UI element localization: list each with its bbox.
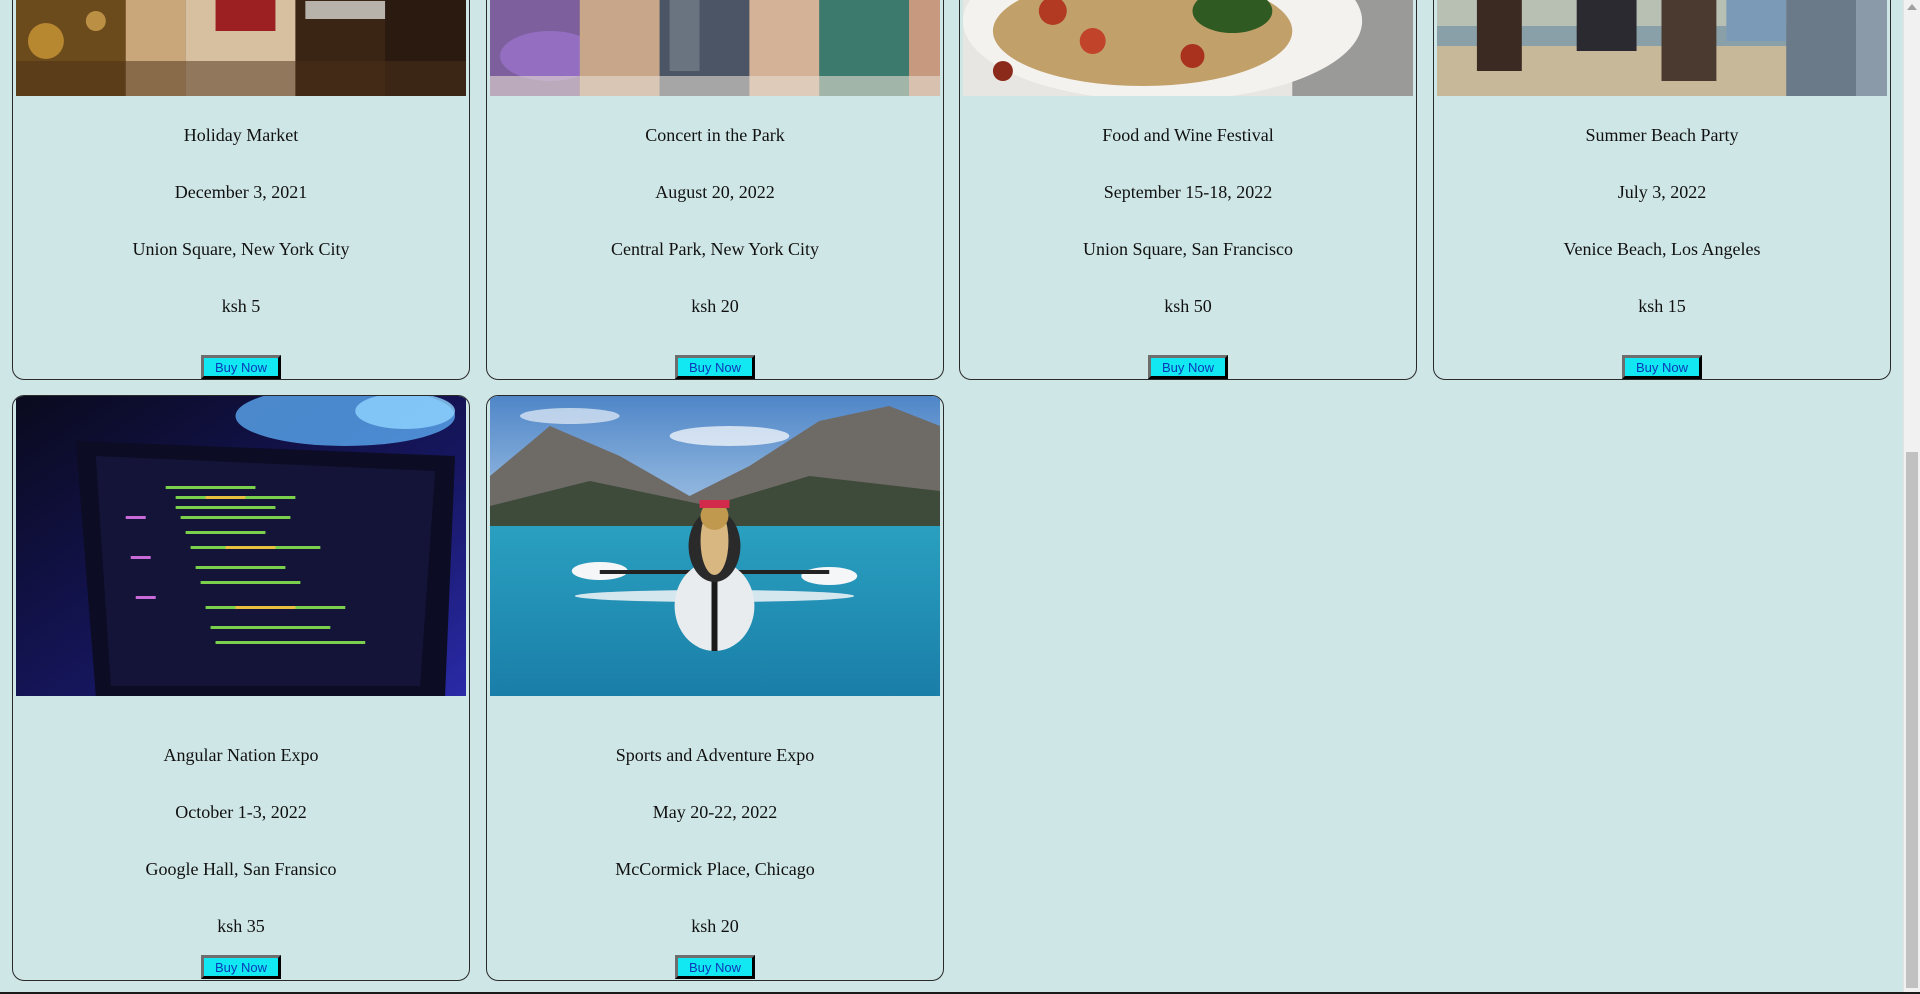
- event-venue: Google Hall, San Fransico: [145, 859, 337, 879]
- event-venue: Venice Beach, Los Angeles: [1563, 239, 1761, 259]
- event-date: August 20, 2022: [655, 182, 775, 202]
- concert-crowd-photo: [490, 0, 940, 96]
- event-date: December 3, 2021: [174, 182, 308, 202]
- scrollbar-thumb[interactable]: [1906, 452, 1918, 988]
- event-title: Summer Beach Party: [1585, 125, 1739, 145]
- event-date: September 15-18, 2022: [1103, 182, 1273, 202]
- scroll-up-arrow-icon[interactable]: [1907, 4, 1917, 10]
- event-title: Sports and Adventure Expo: [615, 745, 815, 765]
- holiday-market-photo: [16, 0, 466, 96]
- buy-now-button[interactable]: Buy Now: [675, 355, 755, 379]
- event-price: ksh 50: [1164, 296, 1212, 316]
- buy-now-button[interactable]: Buy Now: [1148, 355, 1228, 379]
- event-venue: Union Square, New York City: [132, 239, 350, 259]
- event-price: ksh 20: [691, 296, 739, 316]
- event-date: October 1-3, 2022: [175, 802, 307, 822]
- event-venue: McCormick Place, Chicago: [615, 859, 815, 879]
- buy-now-button[interactable]: Buy Now: [675, 955, 755, 979]
- event-date: May 20-22, 2022: [652, 802, 778, 822]
- vertical-scrollbar[interactable]: [1903, 0, 1920, 992]
- event-card: Holiday Market December 3, 2021 Union Sq…: [12, 0, 470, 380]
- event-price: ksh 5: [221, 296, 261, 316]
- event-card: Sports and Adventure Expo May 20-22, 202…: [486, 395, 944, 981]
- event-card: Summer Beach Party July 3, 2022 Venice B…: [1433, 0, 1891, 380]
- event-title: Concert in the Park: [645, 125, 785, 145]
- event-title: Holiday Market: [183, 125, 299, 145]
- buy-now-button[interactable]: Buy Now: [201, 355, 281, 379]
- event-card: Concert in the Park August 20, 2022 Cent…: [486, 0, 944, 380]
- event-card: Food and Wine Festival September 15-18, …: [959, 0, 1417, 380]
- event-title: Angular Nation Expo: [163, 745, 319, 765]
- event-title: Food and Wine Festival: [1102, 125, 1274, 145]
- kayak-lake-photo: [490, 396, 940, 696]
- event-venue: Union Square, San Francisco: [1083, 239, 1293, 259]
- event-price: ksh 20: [691, 916, 739, 936]
- events-page: Holiday Market December 3, 2021 Union Sq…: [0, 0, 1903, 994]
- event-price: ksh 15: [1638, 296, 1686, 316]
- event-price: ksh 35: [217, 916, 265, 936]
- buy-now-button[interactable]: Buy Now: [1622, 355, 1702, 379]
- laptop-code-photo: [16, 396, 466, 696]
- buy-now-button[interactable]: Buy Now: [201, 955, 281, 979]
- beach-friends-photo: [1437, 0, 1887, 96]
- event-card: Angular Nation Expo October 1-3, 2022 Go…: [12, 395, 470, 981]
- event-date: July 3, 2022: [1617, 182, 1707, 202]
- event-venue: Central Park, New York City: [611, 239, 819, 259]
- pasta-dish-photo: [963, 0, 1413, 96]
